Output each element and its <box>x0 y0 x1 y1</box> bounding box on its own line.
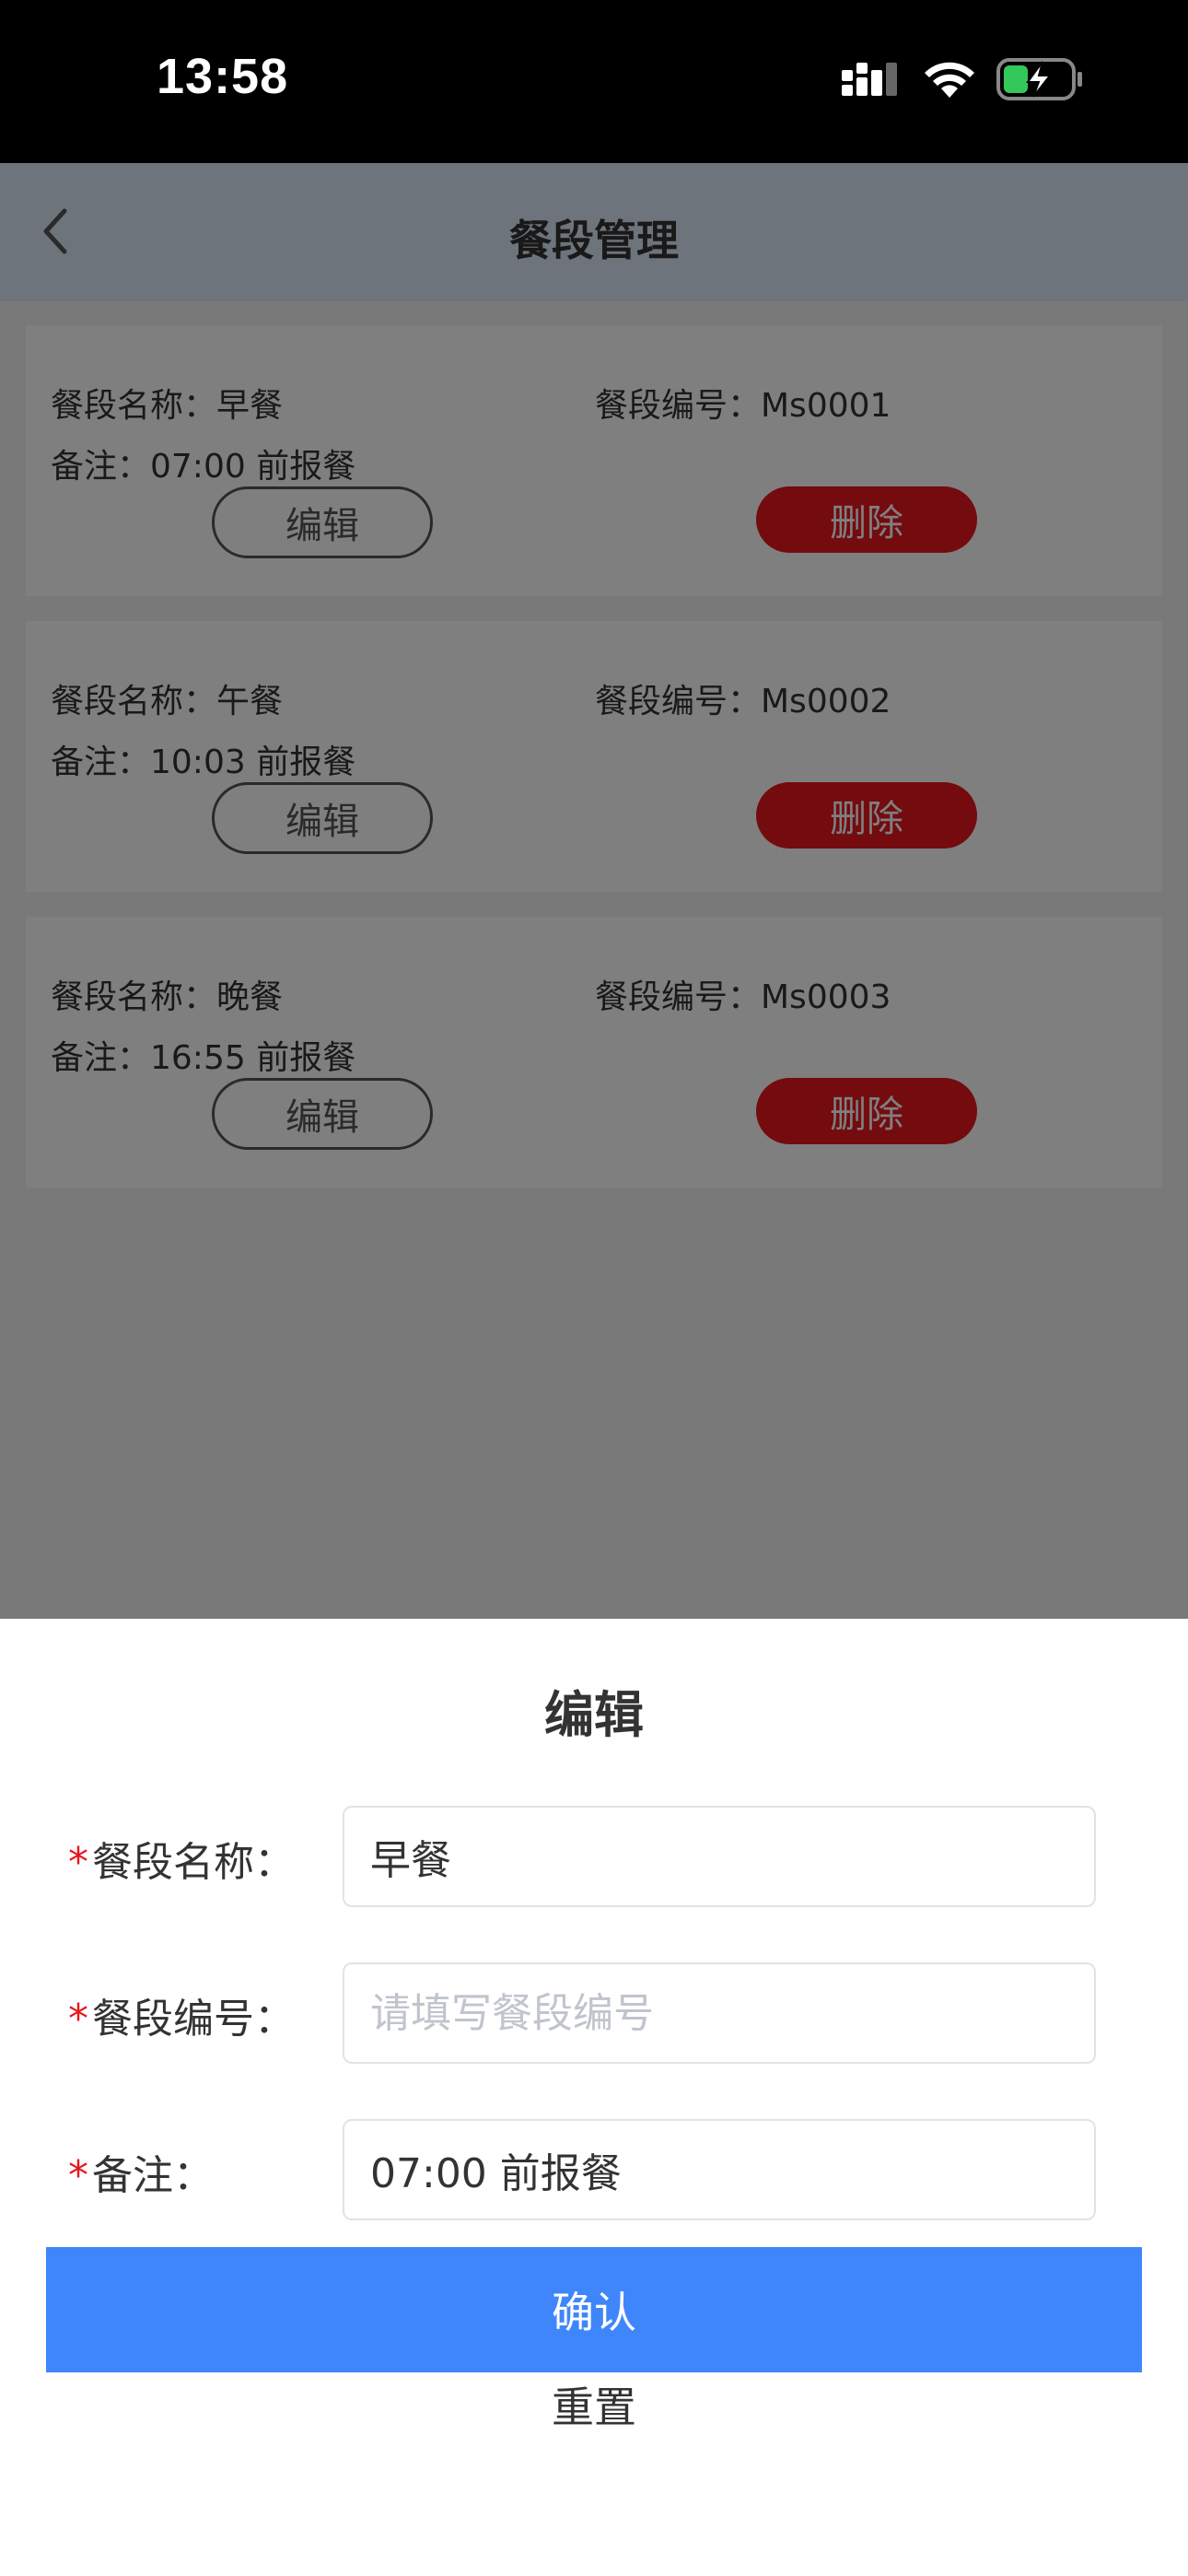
name-label-text: 餐段名称： <box>92 1839 295 1886</box>
note-label-text: 备注： <box>92 2152 214 2199</box>
note-input[interactable] <box>343 2119 1096 2220</box>
app-root: 13:58 餐段管理 餐段名称：早餐 餐段 <box>0 0 1188 2576</box>
code-field-label: *餐段编号： <box>68 1985 295 2044</box>
note-field-label: *备注： <box>68 2142 214 2201</box>
required-mark: * <box>68 2152 88 2199</box>
meal-code-input[interactable] <box>343 1962 1096 2064</box>
meal-name-input[interactable] <box>343 1806 1096 1907</box>
edit-sheet: 编辑 *餐段名称： *餐段编号： *备注： 确认 重置 <box>0 1619 1188 2576</box>
name-field-label: *餐段名称： <box>68 1829 295 1888</box>
reset-button[interactable]: 重置 <box>0 2374 1188 2439</box>
modal-overlay[interactable] <box>0 163 1188 1619</box>
sheet-title: 编辑 <box>544 1686 644 1744</box>
status-bar: 13:58 <box>0 0 1188 163</box>
battery-charging-icon <box>996 58 1082 100</box>
status-time: 13:58 <box>157 49 289 104</box>
code-label-text: 餐段编号： <box>92 1996 295 2043</box>
wifi-icon <box>925 62 974 98</box>
required-mark: * <box>68 1839 88 1886</box>
confirm-button[interactable]: 确认 <box>46 2247 1142 2372</box>
cellular-signal-icon <box>842 63 897 96</box>
required-mark: * <box>68 1996 88 2043</box>
